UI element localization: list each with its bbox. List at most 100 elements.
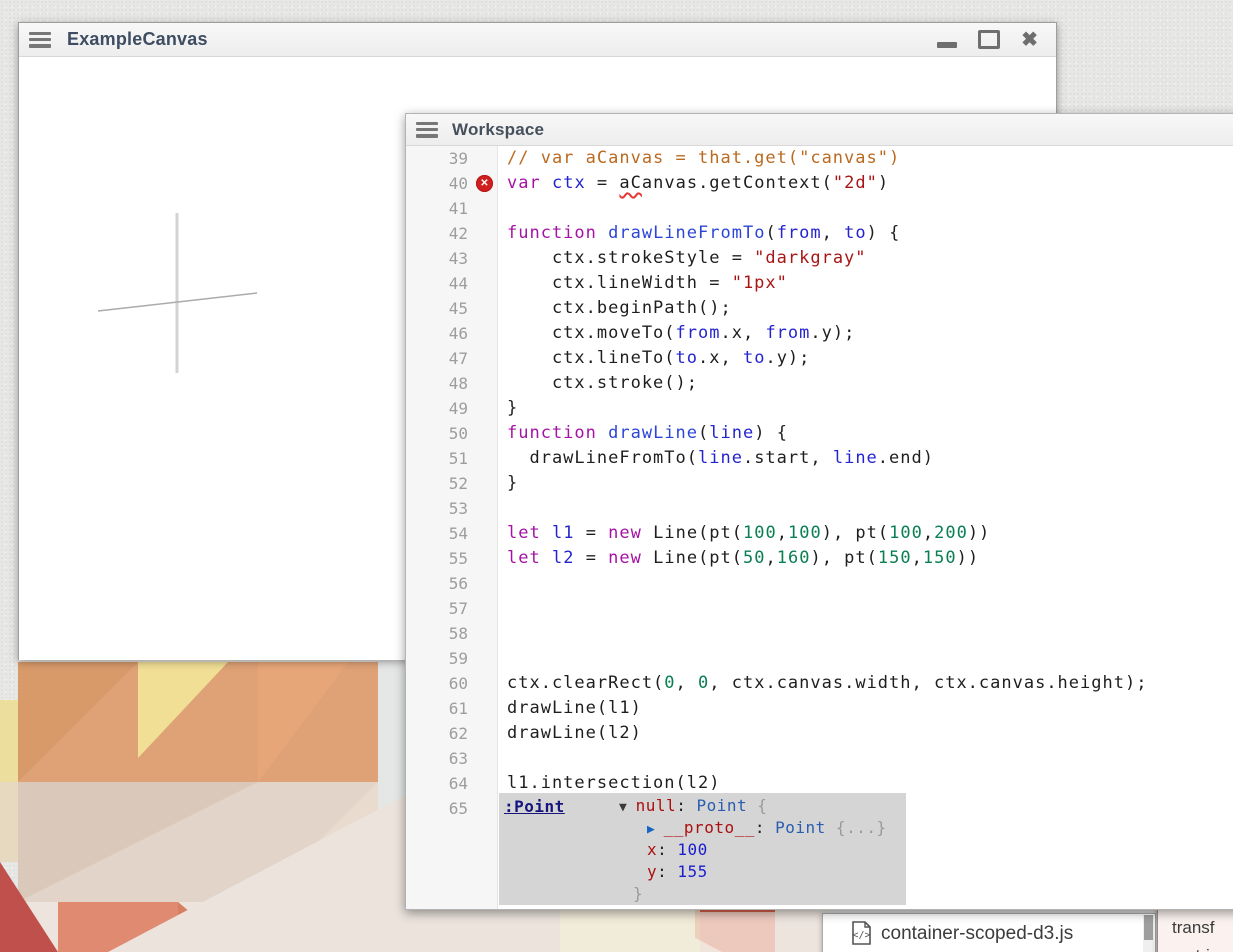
line-number: 61 bbox=[406, 696, 498, 721]
line-number: 56 bbox=[406, 571, 498, 596]
code-text: ctx.moveTo(from.x, from.y); bbox=[498, 321, 855, 346]
inspector-row: x: 100 bbox=[499, 839, 906, 861]
line-number: 57 bbox=[406, 596, 498, 621]
inspector-row: y: 155 bbox=[499, 861, 906, 883]
line-number: 40✕ bbox=[406, 171, 498, 196]
code-text: let l2 = new Line(pt(50,160), pt(150,150… bbox=[498, 546, 979, 571]
line-number: 60 bbox=[406, 671, 498, 696]
code-line: 51 drawLineFromTo(line.start, line.end) bbox=[406, 446, 1233, 471]
line-number: 44 bbox=[406, 271, 498, 296]
line-number: 64 bbox=[406, 771, 498, 796]
line-number: 49 bbox=[406, 396, 498, 421]
code-text: // var aCanvas = that.get("canvas") bbox=[498, 146, 900, 171]
code-line: 54let l1 = new Line(pt(100,100), pt(100,… bbox=[406, 521, 1233, 546]
file-name: container-scoped-d3.js bbox=[881, 923, 1073, 945]
code-line: 56 bbox=[406, 571, 1233, 596]
code-line: 43 ctx.strokeStyle = "darkgray" bbox=[406, 246, 1233, 271]
code-text: var ctx = aCanvas.getContext("2d") bbox=[498, 171, 889, 196]
error-marker-icon[interactable]: ✕ bbox=[476, 175, 493, 192]
line-number: 41 bbox=[406, 196, 498, 221]
code-text: function drawLine(line) { bbox=[498, 421, 788, 446]
svg-text:</>: </> bbox=[852, 930, 870, 941]
window-title: ExampleCanvas bbox=[67, 29, 208, 50]
type-annotation-link[interactable]: :Point bbox=[504, 797, 565, 816]
line-number: 50 bbox=[406, 421, 498, 446]
code-line: 39// var aCanvas = that.get("canvas") bbox=[406, 146, 1233, 171]
code-text: drawLine(l1) bbox=[498, 696, 642, 721]
code-line: 40✕var ctx = aCanvas.getContext("2d") bbox=[406, 171, 1233, 196]
code-line: 52} bbox=[406, 471, 1233, 496]
code-text: } bbox=[498, 396, 518, 421]
workspace-window: Workspace 39// var aCanvas = that.get("c… bbox=[405, 113, 1233, 910]
line-number: 58 bbox=[406, 621, 498, 646]
line-number: 62 bbox=[406, 721, 498, 746]
code-line: 62drawLine(l2) bbox=[406, 721, 1233, 746]
code-file-icon: </> bbox=[851, 921, 872, 946]
line-number: 51 bbox=[406, 446, 498, 471]
code-line: 55let l2 = new Line(pt(50,160), pt(150,1… bbox=[406, 546, 1233, 571]
code-line: 53 bbox=[406, 496, 1233, 521]
code-text: ctx.beginPath(); bbox=[498, 296, 732, 321]
code-line: 59 bbox=[406, 646, 1233, 671]
inspector-row: } bbox=[499, 883, 906, 905]
example-canvas-titlebar[interactable]: ExampleCanvas ✖ bbox=[19, 23, 1056, 57]
code-line: 58 bbox=[406, 621, 1233, 646]
code-line: 63 bbox=[406, 746, 1233, 771]
code-line: 50function drawLine(line) { bbox=[406, 421, 1233, 446]
expand-icon[interactable]: ▶ bbox=[647, 822, 664, 837]
workspace-titlebar[interactable]: Workspace bbox=[406, 114, 1233, 146]
line-number: 65 bbox=[406, 796, 498, 821]
code-rows: 39// var aCanvas = that.get("canvas")40✕… bbox=[406, 146, 1233, 821]
file-list-panel: </> container-scoped-d3.js bbox=[822, 913, 1156, 952]
maximize-button[interactable] bbox=[978, 30, 1000, 49]
code-line: 61drawLine(l1) bbox=[406, 696, 1233, 721]
code-line: 49} bbox=[406, 396, 1233, 421]
code-text: function drawLineFromTo(from, to) { bbox=[498, 221, 900, 246]
line-number: 47 bbox=[406, 346, 498, 371]
inline-inspector-widget: :Point ▼ null: Point {▶ __proto__: Point… bbox=[499, 793, 906, 905]
code-text: } bbox=[498, 471, 518, 496]
line-number: 55 bbox=[406, 546, 498, 571]
code-line: 46 ctx.moveTo(from.x, from.y); bbox=[406, 321, 1233, 346]
scrollbar[interactable] bbox=[1143, 915, 1154, 952]
code-line: 57 bbox=[406, 596, 1233, 621]
right-text-panel: transf matrix bbox=[1157, 907, 1233, 952]
inspector-row[interactable]: ▶ __proto__: Point {...} bbox=[499, 817, 906, 839]
line-number: 63 bbox=[406, 746, 498, 771]
minimize-button[interactable] bbox=[937, 42, 957, 48]
line-number: 39 bbox=[406, 146, 498, 171]
code-text: ctx.strokeStyle = "darkgray" bbox=[498, 246, 867, 271]
code-editor[interactable]: 39// var aCanvas = that.get("canvas")40✕… bbox=[406, 146, 1233, 909]
scrollbar-thumb[interactable] bbox=[1144, 915, 1153, 940]
code-line: 48 ctx.stroke(); bbox=[406, 371, 1233, 396]
line-number: 54 bbox=[406, 521, 498, 546]
code-line: 41 bbox=[406, 196, 1233, 221]
line-number: 42 bbox=[406, 221, 498, 246]
file-list-item[interactable]: </> container-scoped-d3.js bbox=[823, 914, 1155, 946]
code-text: drawLineFromTo(line.start, line.end) bbox=[498, 446, 934, 471]
panel-text-line: matrix bbox=[1172, 942, 1233, 952]
line-number: 53 bbox=[406, 496, 498, 521]
code-text: ctx.stroke(); bbox=[498, 371, 698, 396]
panel-text-line: transf bbox=[1172, 914, 1233, 942]
code-text: ctx.lineWidth = "1px" bbox=[498, 271, 788, 296]
code-text: ctx.lineTo(to.x, to.y); bbox=[498, 346, 810, 371]
code-text: let l1 = new Line(pt(100,100), pt(100,20… bbox=[498, 521, 990, 546]
close-button[interactable]: ✖ bbox=[1021, 30, 1038, 50]
line-number: 52 bbox=[406, 471, 498, 496]
line-number: 46 bbox=[406, 321, 498, 346]
code-text: ctx.clearRect(0, 0, ctx.canvas.width, ct… bbox=[498, 671, 1147, 696]
code-line: 60ctx.clearRect(0, 0, ctx.canvas.width, … bbox=[406, 671, 1233, 696]
menu-icon[interactable] bbox=[416, 122, 438, 138]
code-line: 44 ctx.lineWidth = "1px" bbox=[406, 271, 1233, 296]
line-number: 43 bbox=[406, 246, 498, 271]
code-line: 45 ctx.beginPath(); bbox=[406, 296, 1233, 321]
line-number: 45 bbox=[406, 296, 498, 321]
line-number: 48 bbox=[406, 371, 498, 396]
desktop: { "canvas_window": { "title": "ExampleCa… bbox=[0, 0, 1233, 952]
code-text: drawLine(l2) bbox=[498, 721, 642, 746]
code-line: 42function drawLineFromTo(from, to) { bbox=[406, 221, 1233, 246]
expand-collapse-icon[interactable]: ▼ bbox=[619, 800, 636, 815]
window-title: Workspace bbox=[452, 120, 544, 140]
menu-icon[interactable] bbox=[29, 32, 51, 48]
